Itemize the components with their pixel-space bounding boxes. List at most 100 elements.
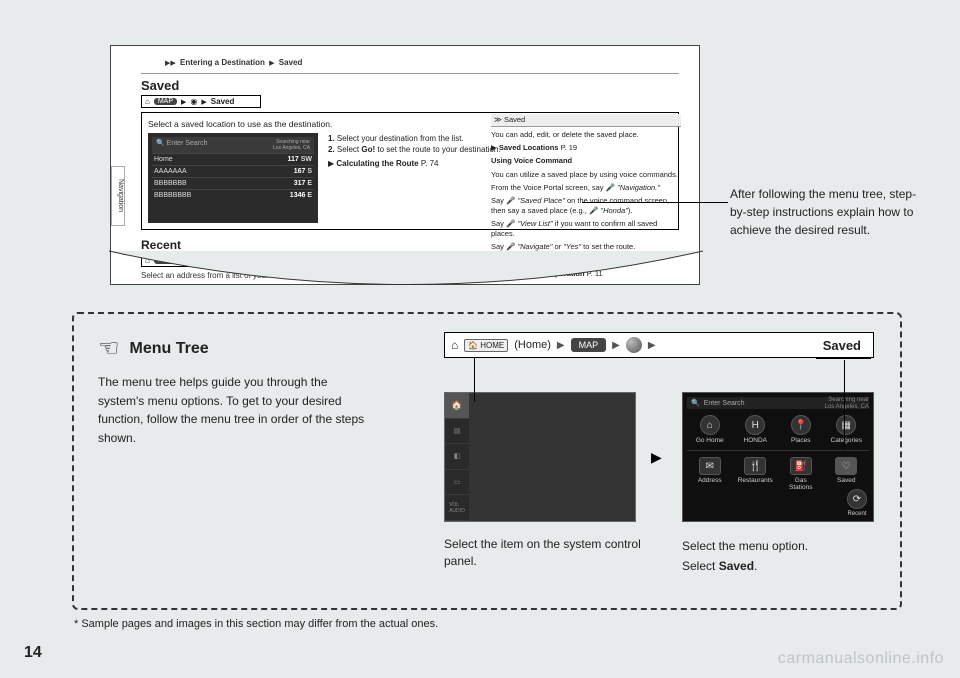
pill-label: Saved	[211, 97, 235, 106]
caption-line2a: Select	[682, 559, 719, 573]
screenshot-control-panel: 🏠 ▤ ◧ ▭ VOL AUDIO	[444, 392, 636, 522]
caption-line2c: .	[754, 559, 757, 573]
saved-row-dist: 167	[294, 168, 306, 175]
step-2-text2: to set the route to your destination.	[375, 145, 500, 154]
icon-label: Restaurants	[738, 477, 773, 484]
annotation-leader-line	[582, 202, 728, 203]
home-button-chip: 🏠HOME	[464, 339, 508, 352]
menu-icon-categories: ▦ Categories	[828, 415, 864, 444]
voice-command-header: Using Voice Command	[491, 156, 681, 166]
crumb-underline	[816, 358, 871, 359]
triangle-icon: ▶	[648, 340, 656, 351]
breadcrumb-part: Entering a Destination	[180, 58, 265, 67]
caption-control-panel: Select the item on the system control pa…	[444, 536, 644, 570]
hardware-icon: ⌂	[145, 97, 150, 106]
globe-icon: ◉	[190, 256, 197, 265]
saved-row-title: BBBBBBBB	[154, 192, 191, 199]
voice-line: You can utilize a saved place by using v…	[491, 170, 681, 180]
icon-label: Address	[698, 477, 722, 484]
voice-line: Say	[491, 196, 506, 205]
search-near: Searching near Los Angeles, CA	[273, 139, 310, 151]
menu-path-pill: ⌂ MAP ▶ ◉ ▶ Saved	[141, 95, 261, 108]
mini-screenshot-saved: 🔍 Enter Search Searching near Los Angele…	[148, 133, 318, 223]
crumb-saved-label: Saved	[823, 338, 861, 353]
saved-row-dir: S	[307, 168, 312, 175]
triangle-icon: ▶	[612, 340, 620, 351]
breadcrumb: ▶▶ Entering a Destination ▶ Saved	[141, 54, 679, 74]
home-hardware-button: 🏠	[445, 393, 469, 419]
icon-label: HONDA	[744, 437, 767, 444]
menu-icon-address: ✉ Address	[692, 457, 728, 491]
fork-knife-icon: 🍴	[744, 457, 766, 475]
map-chip: MAP	[154, 98, 177, 105]
icon-label: Recent	[847, 511, 866, 517]
step-1-text: Select your destination from the list.	[337, 134, 464, 143]
voice-line: From the Voice Portal screen, say	[491, 183, 606, 192]
side-button: ▭	[445, 470, 469, 496]
triangle-icon: ▶	[269, 60, 274, 67]
section-title-saved: Saved	[141, 78, 679, 93]
address-icon: ✉	[699, 457, 721, 475]
xref-saved-locations: Saved Locations	[499, 143, 559, 152]
icon-label: Categories	[831, 437, 862, 444]
caption-menu-option: Select the menu option. Select Saved.	[682, 536, 882, 577]
menu-icon-recent: ⟳ Recent	[847, 489, 867, 517]
xref-page: P. 11	[587, 269, 603, 278]
home-chip-label: HOME	[480, 341, 504, 350]
triangle-icon: ▶▶	[165, 60, 176, 67]
voice-phrase: "Navigation."	[617, 183, 660, 192]
triangle-icon: ▶	[181, 98, 186, 106]
voice-line: to set the route.	[581, 242, 635, 251]
hand-pointing-icon: ☜	[98, 334, 120, 363]
nav-section-tab: Navigation	[111, 166, 125, 226]
map-chip: MAP	[154, 257, 177, 264]
voice-line: if you want to confirm all saved places.	[491, 219, 657, 238]
icon-label: Places	[791, 437, 811, 444]
grid-icon: ▦	[836, 415, 856, 435]
side-button: ▤	[445, 419, 469, 445]
pill-label: Recent	[211, 256, 238, 265]
side-button: ◧	[445, 444, 469, 470]
saved-row-dir: E	[307, 180, 312, 187]
voice-phrase: "Saved Place"	[517, 196, 564, 205]
menu-icon-restaurants: 🍴 Restaurants	[737, 457, 773, 491]
menu-icon-places: 📍Places	[783, 415, 819, 444]
voice-line: ).	[628, 206, 633, 215]
home-icon: ⌂	[700, 415, 720, 435]
sample-page-excerpt: Navigation ▶▶ Entering a Destination ▶ S…	[110, 45, 700, 285]
xref-page: P. 19	[561, 143, 578, 152]
saved-row-title: BBBBBBB	[154, 180, 187, 187]
xref-page: P. 5	[586, 255, 598, 264]
saved-row-dir: E	[307, 192, 312, 199]
menu-tree-description: The menu tree helps guide you through th…	[98, 373, 368, 447]
icon-label: Gas Stations	[783, 477, 819, 491]
voice-phrase: "Yes"	[563, 242, 581, 251]
leader-line	[474, 358, 475, 402]
footnote: * Sample pages and images in this sectio…	[74, 618, 438, 630]
voice-line: Say	[491, 219, 506, 228]
step-2-go: Go!	[361, 145, 375, 154]
info-header: Saved	[504, 115, 525, 124]
page-number: 14	[24, 644, 42, 662]
globe-icon	[626, 337, 642, 353]
watermark: carmanualsonline.info	[778, 650, 944, 668]
home-label: (Home)	[514, 339, 551, 351]
gas-icon: ⛽	[790, 457, 812, 475]
step-2-text: Select	[337, 145, 361, 154]
menu-tree-breadcrumb: ⌂ 🏠HOME (Home) ▶ MAP ▶ ▶ Saved	[444, 332, 874, 358]
voice-line: Say	[491, 242, 506, 251]
globe-icon: ◉	[190, 97, 197, 106]
triangle-icon: ▶	[651, 449, 662, 466]
caption-line1: Select the menu option.	[682, 536, 882, 556]
vol-audio-button: VOL AUDIO	[445, 495, 469, 521]
voice-line: or	[552, 242, 563, 251]
menu-icon-gas: ⛽ Gas Stations	[783, 457, 819, 491]
menu-path-pill-recent: ⌂ MAP ▶ ◉ ▶ Recent	[141, 254, 271, 267]
voice-phrase: "View List"	[517, 219, 552, 228]
menu-icon-honda: HHONDA	[737, 415, 773, 444]
hardware-button-icon: ⌂	[451, 338, 458, 352]
caption-saved-bold: Saved	[719, 559, 754, 573]
saved-row-dist: 117	[287, 156, 298, 163]
hardware-icon: ⌂	[145, 256, 150, 265]
saved-row-dir: SW	[301, 156, 312, 163]
